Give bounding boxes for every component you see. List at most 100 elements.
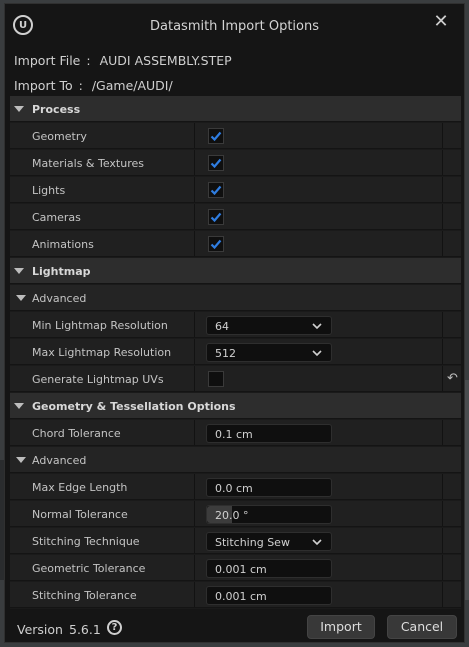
input-value: 0.1 cm <box>215 428 253 441</box>
column-divider <box>442 555 443 580</box>
details-panel: Process Geometry Materials & Textures Li… <box>10 96 461 609</box>
column-divider <box>194 231 195 256</box>
column-divider <box>194 177 195 202</box>
stitching-technique-dropdown[interactable]: Stitching Sew <box>206 532 332 551</box>
min-lightmap-resolution-dropdown[interactable]: 64 <box>206 316 332 335</box>
geometric-tolerance-input[interactable]: 0.001 cm <box>206 559 332 578</box>
column-divider <box>194 528 195 553</box>
category-process[interactable]: Process <box>10 96 461 122</box>
property-label: Stitching Tolerance <box>32 589 137 602</box>
help-icon[interactable]: ? <box>107 620 122 635</box>
chevron-down-icon[interactable] <box>14 403 24 409</box>
lights-checkbox[interactable] <box>208 182 224 198</box>
subcategory-tessellation-advanced[interactable]: Advanced <box>10 447 461 473</box>
property-row-stitching-tolerance: Stitching Tolerance 0.001 cm <box>10 582 461 608</box>
chevron-down-icon <box>312 350 322 357</box>
dropdown-value: 64 <box>215 320 229 333</box>
property-row-stitching-technique: Stitching Technique Stitching Sew <box>10 528 461 554</box>
column-divider <box>442 150 443 175</box>
column-divider <box>442 501 443 526</box>
column-divider <box>442 420 443 445</box>
property-row-lights: Lights <box>10 177 461 203</box>
property-row-cameras: Cameras <box>10 204 461 230</box>
column-divider <box>442 204 443 229</box>
column-divider <box>194 501 195 526</box>
property-label: Geometric Tolerance <box>32 562 146 575</box>
max-edge-length-input[interactable]: 0.0 cm <box>206 478 332 497</box>
property-label: Chord Tolerance <box>32 427 121 440</box>
column-divider <box>194 150 195 175</box>
column-divider <box>442 582 443 607</box>
materials-checkbox[interactable] <box>208 155 224 171</box>
category-label: Process <box>32 103 81 116</box>
column-divider <box>442 312 443 337</box>
property-row-normal-tolerance: Normal Tolerance 20.0 ° <box>10 501 461 527</box>
generate-lightmap-uvs-checkbox[interactable] <box>208 371 224 387</box>
property-row-materials: Materials & Textures <box>10 150 461 176</box>
chevron-down-icon[interactable] <box>14 268 24 274</box>
column-divider <box>194 420 195 445</box>
column-divider <box>194 474 195 499</box>
reset-to-default-icon[interactable]: ↶ <box>447 371 458 386</box>
column-divider <box>442 177 443 202</box>
column-divider <box>442 123 443 148</box>
property-row-generate-uvs: Generate Lightmap UVs ↶ <box>10 366 461 392</box>
column-divider <box>194 204 195 229</box>
category-tessellation[interactable]: Geometry & Tessellation Options <box>10 393 461 419</box>
property-row-max-lightmap: Max Lightmap Resolution 512 <box>10 339 461 365</box>
column-divider <box>194 582 195 607</box>
subcategory-lightmap-advanced[interactable]: Advanced <box>10 285 461 311</box>
input-value: 20.0 ° <box>215 509 249 522</box>
column-divider <box>442 339 443 364</box>
column-divider <box>194 123 195 148</box>
property-row-min-lightmap: Min Lightmap Resolution 64 <box>10 312 461 338</box>
chevron-down-icon[interactable] <box>14 106 24 112</box>
property-label: Materials & Textures <box>32 157 144 170</box>
input-value: 0.001 cm <box>215 590 267 603</box>
column-divider <box>194 312 195 337</box>
column-divider <box>442 366 443 391</box>
max-lightmap-resolution-dropdown[interactable]: 512 <box>206 343 332 362</box>
dialog-title: Datasmith Import Options <box>150 19 319 34</box>
cancel-button[interactable]: Cancel <box>387 615 457 639</box>
category-label: Geometry & Tessellation Options <box>32 400 236 413</box>
cameras-checkbox[interactable] <box>208 209 224 225</box>
animations-checkbox[interactable] <box>208 236 224 252</box>
property-label: Max Edge Length <box>32 481 128 494</box>
import-file-value: AUDI ASSEMBLY.STEP <box>99 53 232 68</box>
import-button[interactable]: Import <box>307 615 375 639</box>
title-bar[interactable]: U Datasmith Import Options ✕ <box>5 4 464 46</box>
category-lightmap[interactable]: Lightmap <box>10 258 461 284</box>
version-label: Version <box>17 622 63 637</box>
property-label: Normal Tolerance <box>32 508 128 521</box>
version-value: 5.6.1 <box>69 622 101 637</box>
input-value: 0.001 cm <box>215 563 267 576</box>
input-value: 0.0 cm <box>215 482 253 495</box>
normal-tolerance-slider[interactable]: 20.0 ° <box>206 505 332 524</box>
chord-tolerance-input[interactable]: 0.1 cm <box>206 424 332 443</box>
chevron-down-icon <box>312 539 322 546</box>
import-file-line: Import File: AUDI ASSEMBLY.STEP <box>14 53 232 68</box>
chevron-down-icon[interactable] <box>16 295 26 301</box>
import-to-label: Import To <box>14 78 73 93</box>
category-label: Lightmap <box>32 265 91 278</box>
geometry-checkbox[interactable] <box>208 128 224 144</box>
subcategory-label: Advanced <box>32 292 87 305</box>
separator: : <box>78 78 83 93</box>
column-divider <box>194 366 195 391</box>
property-row-chord-tolerance: Chord Tolerance 0.1 cm <box>10 420 461 446</box>
import-file-label: Import File <box>14 53 81 68</box>
property-label: Stitching Technique <box>32 535 140 548</box>
property-label: Cameras <box>32 211 81 224</box>
property-label: Geometry <box>32 130 87 143</box>
column-divider <box>442 231 443 256</box>
property-label: Min Lightmap Resolution <box>32 319 168 332</box>
separator: : <box>86 53 91 68</box>
column-divider <box>194 555 195 580</box>
stitching-tolerance-input[interactable]: 0.001 cm <box>206 586 332 605</box>
subcategory-label: Advanced <box>32 454 87 467</box>
dropdown-value: Stitching Sew <box>215 536 290 549</box>
property-label: Animations <box>32 238 94 251</box>
close-icon[interactable]: ✕ <box>432 13 450 31</box>
chevron-down-icon[interactable] <box>16 457 26 463</box>
